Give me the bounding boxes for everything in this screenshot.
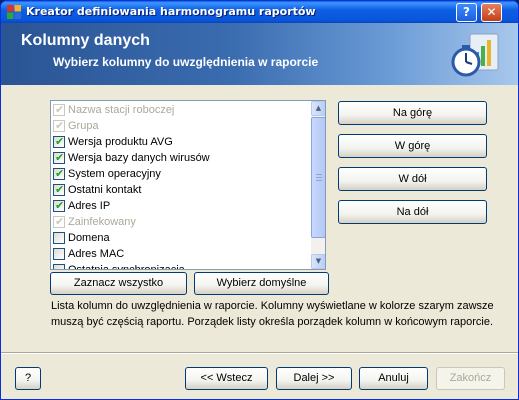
window-title: Kreator definiowania harmonogramu raport… bbox=[26, 5, 316, 18]
scroll-down-arrow-icon[interactable]: ▼ bbox=[311, 254, 325, 269]
list-item[interactable]: ✔ Grupa bbox=[53, 119, 309, 135]
checkmark-icon: ✔ bbox=[55, 199, 65, 212]
column-label: Zainfekowany bbox=[68, 216, 136, 228]
list-item[interactable]: ✔ Adres IP bbox=[53, 199, 309, 215]
column-checkbox: ✔ bbox=[53, 119, 65, 132]
move-up-button[interactable]: W górę bbox=[338, 134, 487, 158]
column-checkbox: ✔ bbox=[53, 103, 65, 116]
grip-icon bbox=[316, 174, 322, 181]
column-label: Grupa bbox=[68, 120, 99, 132]
column-label: System operacyjny bbox=[68, 168, 161, 180]
move-bottom-button[interactable]: Na dół bbox=[338, 200, 487, 224]
title-bar[interactable]: Kreator definiowania harmonogramu raport… bbox=[1, 1, 518, 23]
move-top-button[interactable]: Na górę bbox=[338, 101, 487, 125]
checkmark-icon: ✔ bbox=[55, 135, 65, 148]
wizard-window: Kreator definiowania harmonogramu raport… bbox=[0, 0, 519, 400]
column-checkbox[interactable]: ✔ bbox=[53, 183, 65, 196]
column-checkbox[interactable] bbox=[53, 264, 65, 269]
list-item[interactable]: ✔ Wersja produktu AVG bbox=[53, 135, 309, 151]
page-title: Kolumny danych bbox=[21, 32, 150, 49]
list-item[interactable]: ✔ Zainfekowany bbox=[53, 215, 309, 231]
scroll-thumb[interactable] bbox=[311, 117, 325, 238]
description-text: Lista kolumn do uwzględnienia w raporcie… bbox=[51, 300, 494, 328]
column-label: Adres IP bbox=[68, 200, 111, 212]
column-label: Domena bbox=[68, 232, 110, 244]
column-label: Ostatnia synchronizacja bbox=[68, 263, 185, 269]
column-checkbox: ✔ bbox=[53, 215, 65, 228]
footer-separator bbox=[1, 352, 518, 354]
list-item[interactable]: ✔ Ostatni kontakt bbox=[53, 183, 309, 199]
column-label: Wersja produktu AVG bbox=[68, 136, 173, 148]
columns-listbox[interactable]: ✔ Nazwa stacji roboczej ✔ Grupa ✔ Wersja prod… bbox=[50, 100, 326, 270]
select-all-button[interactable]: Zaznacz wszystko bbox=[50, 272, 187, 295]
finish-button: Zakończ bbox=[436, 367, 505, 390]
list-scrollbar[interactable]: ▲ ▼ bbox=[311, 101, 325, 269]
column-checkbox[interactable]: ✔ bbox=[53, 135, 65, 148]
column-label: Ostatni kontakt bbox=[68, 184, 142, 196]
checkmark-icon: ✔ bbox=[55, 103, 65, 116]
title-close-button[interactable]: ✕ bbox=[481, 3, 502, 22]
column-checkbox[interactable] bbox=[53, 232, 65, 244]
help-button[interactable]: ? bbox=[15, 367, 41, 390]
checkmark-icon: ✔ bbox=[55, 119, 65, 132]
checkmark-icon: ✔ bbox=[55, 215, 65, 228]
columns-list: ✔ Nazwa stacji roboczej ✔ Grupa ✔ Wersja prod… bbox=[51, 101, 311, 269]
page-subtitle: Wybierz kolumny do uwzględnienia w rapor… bbox=[53, 55, 319, 69]
report-schedule-clock-chart-icon bbox=[451, 33, 499, 77]
move-down-button[interactable]: W dół bbox=[338, 167, 487, 191]
list-item[interactable]: ✔ System operacyjny bbox=[53, 167, 309, 183]
column-checkbox[interactable]: ✔ bbox=[53, 199, 65, 212]
column-checkbox[interactable] bbox=[53, 248, 65, 260]
scroll-up-arrow-icon[interactable]: ▲ bbox=[311, 101, 325, 116]
checkmark-icon: ✔ bbox=[55, 151, 65, 164]
cancel-button[interactable]: Anuluj bbox=[359, 367, 428, 390]
column-checkbox[interactable]: ✔ bbox=[53, 167, 65, 180]
column-label: Adres MAC bbox=[68, 248, 125, 260]
column-label: Wersja bazy danych wirusów bbox=[68, 152, 210, 164]
list-item[interactable]: ✔ Nazwa stacji roboczej bbox=[53, 103, 309, 119]
select-default-button[interactable]: Wybierz domyślne bbox=[194, 272, 329, 295]
list-item[interactable]: Ostatnia synchronizacja bbox=[53, 263, 309, 269]
checkmark-icon: ✔ bbox=[55, 183, 65, 196]
back-button[interactable]: << Wstecz bbox=[185, 367, 268, 390]
title-help-button[interactable]: ? bbox=[456, 3, 477, 22]
column-label: Nazwa stacji roboczej bbox=[68, 104, 175, 116]
list-item[interactable]: Adres MAC bbox=[53, 247, 309, 263]
list-item[interactable]: Domena bbox=[53, 231, 309, 247]
avg-app-icon bbox=[7, 5, 21, 19]
checkmark-icon: ✔ bbox=[55, 167, 65, 180]
column-checkbox[interactable]: ✔ bbox=[53, 151, 65, 164]
next-button[interactable]: Dalej >> bbox=[276, 367, 352, 390]
list-item[interactable]: ✔ Wersja bazy danych wirusów bbox=[53, 151, 309, 167]
wizard-header: Kolumny danych Wybierz kolumny do uwzglę… bbox=[1, 23, 518, 85]
